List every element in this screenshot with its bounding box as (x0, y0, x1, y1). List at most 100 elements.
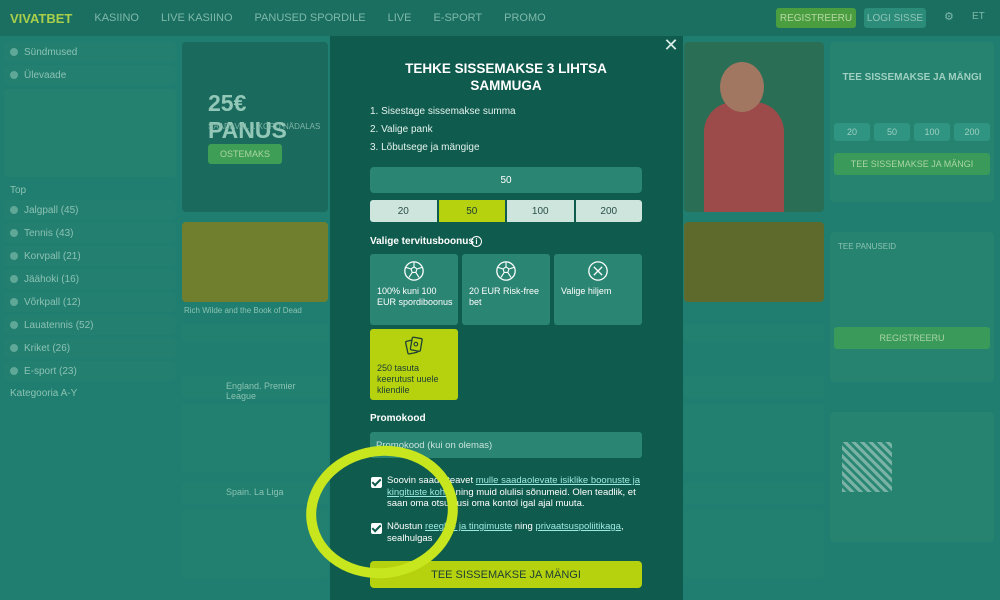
terms-link[interactable]: reeglite ja tingimuste (425, 521, 512, 532)
right-content (684, 42, 824, 600)
consent-text: Soovin saada teavet (387, 475, 476, 486)
banner-subtext: SAADAVAL 1 KORD NÄDALAS (208, 122, 321, 131)
deposit-widget-title: TEE SISSEMAKSE JA MÄNGI (842, 72, 982, 83)
search-row[interactable] (684, 324, 824, 342)
right-sidebar: TEE SISSEMAKSE JA MÄNGI 20 50 100 200 TE… (830, 42, 994, 600)
site-logo: VIVATBET (10, 10, 73, 26)
marketing-consent-checkbox[interactable] (371, 477, 382, 488)
nav-casino[interactable]: KASIINO (94, 12, 139, 24)
promo-banner[interactable]: 25€ PANUS SAADAVAL 1 KORD NÄDALAS OSTEMA… (182, 42, 328, 212)
deposit-widget-button[interactable]: TEE SISSEMAKSE JA MÄNGI (834, 153, 990, 175)
odds-row[interactable] (684, 510, 824, 578)
game-thumbnail[interactable] (684, 222, 824, 302)
sidebar-item-table-tennis[interactable]: Lauatennis (52) (4, 315, 176, 335)
sidebar-item-basketball[interactable]: Korvpall (21) (4, 246, 176, 266)
amount-input[interactable]: 50 (370, 167, 642, 193)
bonus-text: 20 EUR Risk-free bet (469, 286, 540, 307)
soccer-ball-icon (404, 261, 424, 281)
privacy-link[interactable]: privaatsuspoliitikaga (535, 521, 621, 532)
sidebar-section-categories: Kategooria A-Y (10, 388, 78, 399)
casino-chip-icon (405, 336, 423, 355)
login-button[interactable]: LOGI SISSE (864, 8, 926, 28)
player-head (720, 62, 764, 112)
featured-match-card[interactable] (4, 89, 176, 177)
chip[interactable]: 20 (834, 123, 870, 141)
consent-text: Nõustun (387, 521, 426, 532)
bonus-risk-free[interactable]: 20 EUR Risk-free bet (462, 254, 550, 325)
odds-header (684, 376, 824, 398)
match-row[interactable] (182, 510, 328, 578)
match-row[interactable] (182, 404, 328, 472)
bonus-sport[interactable]: 100% kuni 100 EUR spordiboonus (370, 254, 458, 325)
preset-20[interactable]: 20 (370, 200, 437, 222)
league-header-england[interactable]: England. Premier League (182, 376, 328, 401)
game-thumbnail[interactable] (182, 222, 328, 302)
step-2: 2. Valige pank (370, 124, 433, 135)
terms-checkbox[interactable] (371, 523, 382, 534)
chip[interactable]: 200 (954, 123, 990, 141)
top-navigation: VIVATBET KASIINO LIVE KASIINO PANUSED SP… (0, 0, 1000, 36)
promo-code-input[interactable] (370, 432, 642, 458)
game-caption: Rich Wilde and the Book of Dead (184, 306, 302, 315)
player-shirt (704, 102, 784, 212)
consent-text: ning (512, 521, 536, 532)
sidebar-item-overview[interactable]: Ülevaade (4, 65, 176, 85)
marketing-consent-text: Soovin saada teavet mulle saadaolevate i… (387, 475, 645, 510)
bonus-free-spins[interactable]: 250 tasuta keerutust uuele kliendile (370, 329, 458, 400)
hero-image (684, 42, 824, 212)
betslip-title: TEE PANUSEID (838, 242, 897, 251)
amount-presets: 20 50 100 200 (370, 200, 642, 222)
sidebar-item-tennis[interactable]: Tennis (43) (4, 223, 176, 243)
register-button[interactable]: REGISTREERU (776, 8, 856, 28)
league-name: England. Premier League (226, 381, 296, 401)
odds-header (684, 482, 824, 504)
modal-title: TEHKE SISSEMAKSE 3 LIHTSA SAMMUGA (405, 61, 607, 93)
preset-200[interactable]: 200 (575, 200, 642, 222)
sidebar-section-top: Top (10, 185, 27, 196)
app-download-widget (830, 412, 994, 542)
language-selector[interactable]: ET (972, 11, 985, 22)
deposit-widget: TEE SISSEMAKSE JA MÄNGI 20 50 100 200 TE… (830, 42, 994, 202)
sidebar-item-esport[interactable]: E-sport (23) (4, 361, 176, 381)
step-3: 3. Lõbutsege ja mängige (370, 142, 480, 153)
info-icon[interactable]: i (471, 236, 482, 247)
center-content: 25€ PANUS SAADAVAL 1 KORD NÄDALAS OSTEMA… (182, 42, 328, 600)
sidebar-item-hockey[interactable]: Jäähoki (16) (4, 269, 176, 289)
chip[interactable]: 50 (874, 123, 910, 141)
bonus-label: Valige tervitusboonus (370, 236, 474, 247)
betslip-register-button[interactable]: REGISTREERU (834, 327, 990, 349)
nav-live-casino[interactable]: LIVE KASIINO (161, 12, 233, 24)
league-header-spain[interactable]: Spain. La Liga (182, 482, 328, 504)
deposit-and-play-button[interactable]: TEE SISSEMAKSE JA MÄNGI (370, 561, 642, 588)
sidebar-item-events[interactable]: Sündmused (4, 42, 176, 62)
preset-50[interactable]: 50 (438, 200, 505, 222)
deposit-widget-chips: 20 50 100 200 (830, 117, 994, 147)
soccer-ball-icon (496, 261, 516, 281)
preset-100[interactable]: 100 (507, 200, 574, 222)
terms-text: Nõustun reeglite ja tingimuste ning priv… (387, 521, 645, 544)
sidebar-item-volleyball[interactable]: Võrkpall (12) (4, 292, 176, 312)
close-circle-icon (588, 261, 608, 281)
sidebar-item-football[interactable]: Jalgpall (45) (4, 200, 176, 220)
nav-esport[interactable]: E-SPORT (433, 12, 482, 24)
qr-code (842, 442, 892, 492)
gear-icon[interactable]: ⚙ (944, 10, 954, 23)
nav-live[interactable]: LIVE (388, 12, 412, 24)
bonus-text: 100% kuni 100 EUR spordiboonus (377, 286, 453, 307)
promo-label: Promokood (370, 413, 426, 424)
chip[interactable]: 100 (914, 123, 950, 141)
tabs-row[interactable] (182, 324, 328, 342)
odds-row[interactable] (684, 404, 824, 472)
close-icon[interactable]: ✕ (662, 36, 680, 54)
bonus-text: 250 tasuta keerutust uuele kliendile (377, 363, 439, 395)
sidebar-item-cricket[interactable]: Kriket (26) (4, 338, 176, 358)
bonus-text: Valige hiljem (561, 286, 612, 296)
bonus-later[interactable]: Valige hiljem (554, 254, 642, 325)
step-1: 1. Sisestage sissemakse summa (370, 106, 516, 117)
banner-button[interactable]: OSTEMAKS (208, 144, 282, 164)
nav-sports[interactable]: PANUSED SPORDILE (255, 12, 366, 24)
betslip-widget: TEE PANUSEID REGISTREERU (830, 232, 994, 382)
left-sidebar: Sündmused Ülevaade Top Jalgpall (45) Ten… (4, 42, 176, 600)
nav-promo[interactable]: PROMO (504, 12, 546, 24)
league-name: Spain. La Liga (226, 487, 284, 497)
